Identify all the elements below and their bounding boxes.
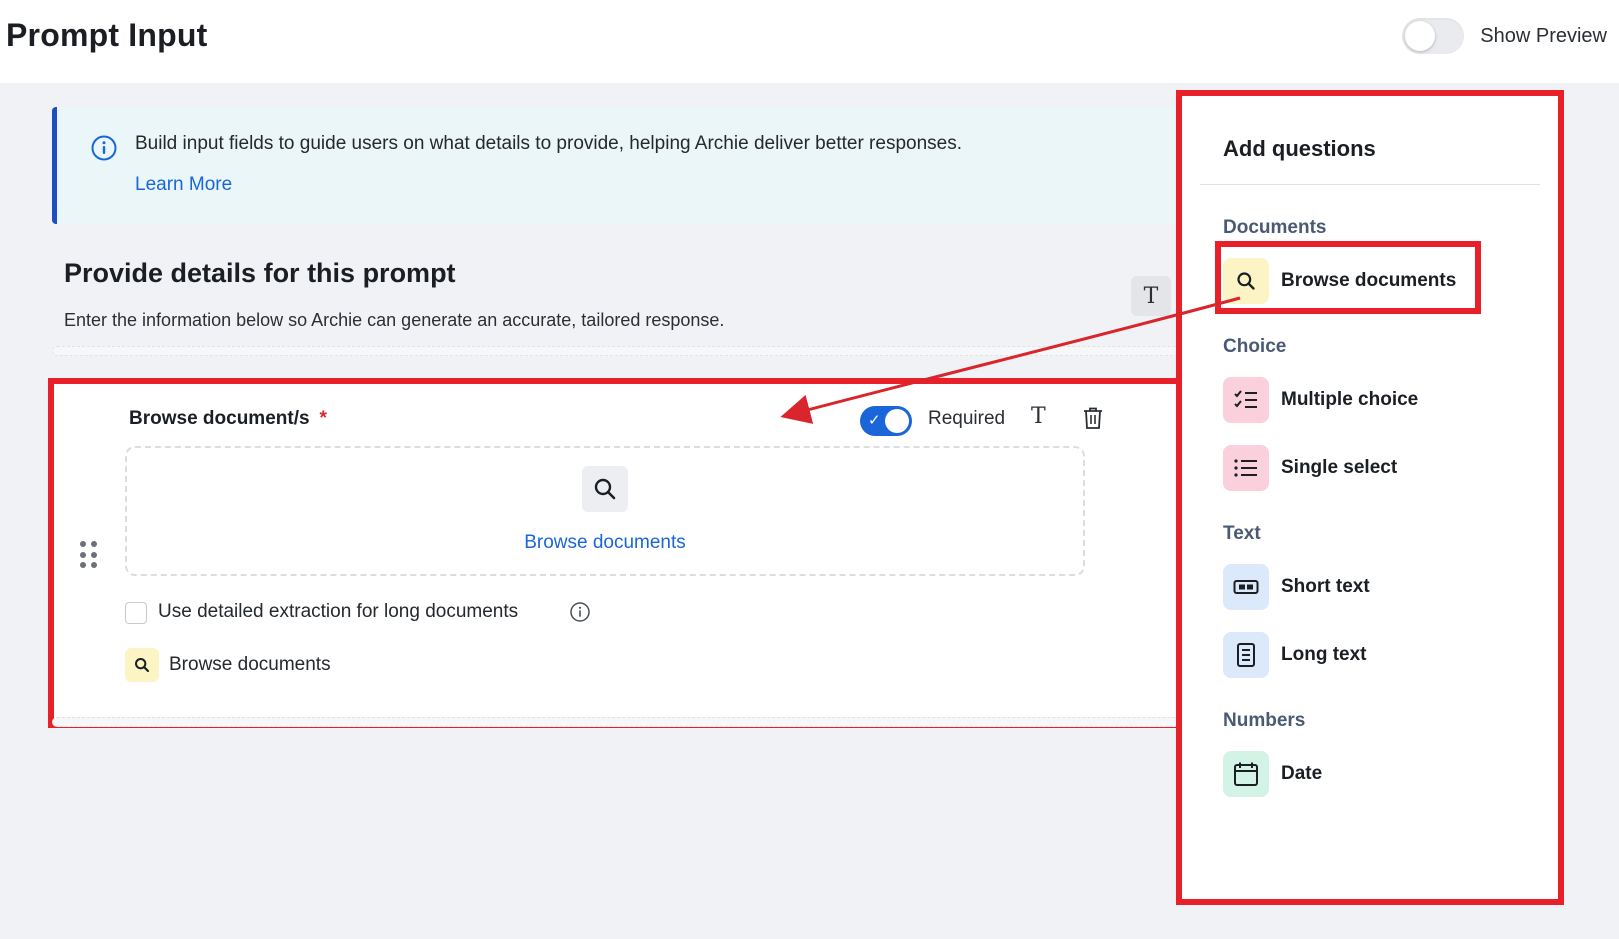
document-drop-zone[interactable]: Browse documents <box>125 446 1085 576</box>
category-text: Text <box>1223 523 1261 544</box>
drop-slot-top <box>52 346 1180 356</box>
item-label: Long text <box>1281 644 1367 665</box>
required-toggle[interactable]: ✓ <box>860 406 912 436</box>
required-asterisk: * <box>319 408 327 429</box>
search-icon <box>125 648 159 682</box>
detailed-extraction-checkbox[interactable] <box>125 602 147 624</box>
add-short-text-button[interactable]: Short text <box>1223 564 1370 610</box>
list-icon <box>1223 445 1269 491</box>
search-icon[interactable] <box>582 466 628 512</box>
add-single-select-button[interactable]: Single select <box>1223 445 1397 491</box>
show-preview-control[interactable]: Show Preview <box>1402 18 1607 54</box>
info-icon[interactable] <box>569 601 591 623</box>
toggle-knob <box>1405 21 1436 51</box>
question-label: Browse document/s * <box>129 408 327 430</box>
detailed-extraction-label: Use detailed extraction for long documen… <box>158 601 519 622</box>
show-preview-label: Show Preview <box>1480 24 1607 47</box>
info-banner: Build input fields to guide users on wha… <box>52 107 1180 224</box>
add-multiple-choice-button[interactable]: Multiple choice <box>1223 377 1418 423</box>
trash-icon[interactable] <box>1082 406 1104 430</box>
question-type-chip: Browse documents <box>125 648 331 682</box>
panel-divider <box>1200 184 1540 185</box>
add-date-button[interactable]: Date <box>1223 751 1322 797</box>
section-title: Provide details for this prompt <box>64 258 456 288</box>
page-header: Prompt Input Show Preview <box>0 0 1619 83</box>
category-choice: Choice <box>1223 336 1287 357</box>
item-label: Multiple choice <box>1281 389 1419 410</box>
question-type-label: Browse documents <box>169 654 331 675</box>
checklist-icon <box>1223 377 1269 423</box>
panel-title: Add questions <box>1223 136 1376 161</box>
question-label-text: Browse document/s <box>129 408 310 429</box>
category-documents: Documents <box>1223 217 1327 238</box>
drag-handle-icon[interactable] <box>80 541 98 569</box>
question-card-browse-documents[interactable]: Browse document/s * ✓ Required T Browse d… <box>48 378 1184 728</box>
text-format-icon[interactable]: T <box>1031 404 1046 429</box>
calendar-icon <box>1223 751 1269 797</box>
text-format-button[interactable]: T <box>1131 276 1171 316</box>
check-icon: ✓ <box>868 412 881 429</box>
required-label: Required <box>928 408 1006 429</box>
add-long-text-button[interactable]: Long text <box>1223 632 1367 678</box>
add-questions-panel: Add questions Documents Browse documents… <box>1176 90 1564 905</box>
document-icon <box>1223 632 1269 678</box>
item-label: Single select <box>1281 457 1398 478</box>
info-banner-text: Build input fields to guide users on wha… <box>135 133 962 154</box>
browse-documents-link[interactable]: Browse documents <box>127 532 1083 554</box>
toggle-knob <box>885 409 909 433</box>
text-field-icon <box>1223 564 1269 610</box>
annotation-highlight-box <box>1215 241 1481 314</box>
learn-more-link[interactable]: Learn More <box>135 174 232 196</box>
info-icon <box>91 135 117 161</box>
item-label: Short text <box>1281 576 1370 597</box>
show-preview-toggle[interactable] <box>1402 18 1465 54</box>
item-label: Date <box>1281 763 1323 784</box>
category-numbers: Numbers <box>1223 710 1306 731</box>
page-title: Prompt Input <box>6 17 208 53</box>
drop-slot-bottom <box>52 717 1180 727</box>
section-subtitle: Enter the information below so Archie ca… <box>64 310 725 330</box>
